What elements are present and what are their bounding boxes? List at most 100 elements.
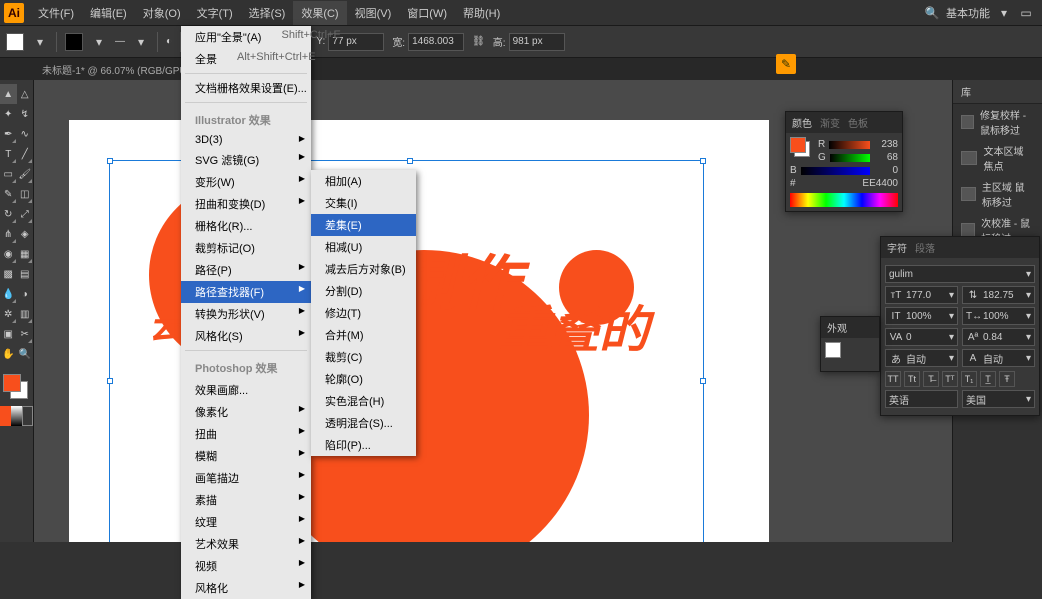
- free-transform-tool-icon[interactable]: ◈: [17, 224, 34, 244]
- menu-item[interactable]: SVG 滤镜(G): [181, 149, 311, 171]
- hand-tool-icon[interactable]: ✋: [0, 344, 17, 364]
- menu-item[interactable]: 模糊: [181, 445, 311, 467]
- selection-tool-icon[interactable]: ▲: [0, 84, 17, 104]
- menu-item[interactable]: 差集(E): [311, 214, 416, 236]
- shape-builder-tool-icon[interactable]: ◉: [0, 244, 17, 264]
- blend-tool-icon[interactable]: ◑: [17, 284, 34, 304]
- edit-toolbar-icon[interactable]: ✎: [776, 54, 796, 74]
- graph-tool-icon[interactable]: ▥: [17, 304, 34, 324]
- zoom-tool-icon[interactable]: 🔍: [17, 344, 34, 364]
- menu-item[interactable]: 效果画廊...: [181, 379, 311, 401]
- chevron-down-icon[interactable]: ▾: [91, 34, 107, 50]
- tt-icon[interactable]: Tt: [904, 371, 920, 387]
- r-slider[interactable]: [829, 141, 870, 149]
- vscale-field[interactable]: IT100%▾: [885, 307, 958, 325]
- minimize-icon[interactable]: ▭: [1018, 5, 1034, 21]
- menu-item[interactable]: 合并(M): [311, 324, 416, 346]
- menu-item[interactable]: 透明混合(S)...: [311, 412, 416, 434]
- panel-tab[interactable]: 渐变: [820, 115, 840, 130]
- artboard-tool-icon[interactable]: ▣: [0, 324, 17, 344]
- language-field[interactable]: 美国▾: [962, 390, 1035, 408]
- symbol-sprayer-tool-icon[interactable]: ✲: [0, 304, 17, 324]
- menu-0[interactable]: 文件(F): [30, 1, 82, 25]
- resize-handle[interactable]: [107, 378, 113, 384]
- panel-tab[interactable]: 色板: [848, 115, 868, 130]
- menu-8[interactable]: 帮助(H): [455, 1, 508, 25]
- resize-handle[interactable]: [700, 158, 706, 164]
- artboard[interactable]: 云 制作 重叠的: [69, 120, 769, 542]
- menu-item[interactable]: 视频: [181, 555, 311, 577]
- menu-item[interactable]: 扭曲和变换(D): [181, 193, 311, 215]
- menu-5[interactable]: 效果(C): [293, 1, 346, 25]
- leading-field[interactable]: ⇅182.75▾: [962, 286, 1035, 304]
- gradient-mode-icon[interactable]: [11, 406, 22, 426]
- scale-tool-icon[interactable]: ⤢: [17, 204, 34, 224]
- menu-item[interactable]: 画笔描边: [181, 467, 311, 489]
- paintbrush-tool-icon[interactable]: 🖌: [17, 164, 34, 184]
- list-item[interactable]: 主区域 鼠标移过: [953, 176, 1042, 212]
- g-slider[interactable]: [830, 154, 870, 162]
- menu-item[interactable]: 文档栅格效果设置(E)...: [181, 77, 311, 99]
- menu-item[interactable]: 转换为形状(V): [181, 303, 311, 325]
- hscale-field[interactable]: T↔100%▾: [962, 307, 1035, 325]
- menu-3[interactable]: 文字(T): [189, 1, 241, 25]
- rectangle-tool-icon[interactable]: ▭: [0, 164, 17, 184]
- menu-item[interactable]: 裁剪(C): [311, 346, 416, 368]
- menu-item[interactable]: 素描: [181, 489, 311, 511]
- panel-tab[interactable]: 外观: [827, 320, 847, 335]
- menu-item[interactable]: 风格化(S): [181, 325, 311, 347]
- list-item[interactable]: 修复校样 - 鼠标移过: [953, 104, 1042, 140]
- font-family-field[interactable]: gulim▾: [885, 265, 1035, 283]
- menu-item[interactable]: 实色混合(H): [311, 390, 416, 412]
- menu-1[interactable]: 编辑(E): [82, 1, 135, 25]
- language-field[interactable]: 英语: [885, 390, 958, 408]
- opacity-icon[interactable]: ◐: [166, 36, 172, 47]
- perspective-tool-icon[interactable]: ▦: [17, 244, 34, 264]
- resize-handle[interactable]: [700, 378, 706, 384]
- stroke-swatch[interactable]: [65, 33, 83, 51]
- kern-auto-field[interactable]: A自动▾: [962, 349, 1035, 367]
- g-value[interactable]: 68: [874, 152, 898, 163]
- baseline-field[interactable]: Aª0.84▾: [962, 328, 1035, 346]
- menu-2[interactable]: 对象(O): [135, 1, 189, 25]
- mesh-tool-icon[interactable]: ▩: [0, 264, 17, 284]
- menu-item[interactable]: 相减(U): [311, 236, 416, 258]
- h-input[interactable]: [509, 33, 565, 51]
- kerning-field[interactable]: VA0▾: [885, 328, 958, 346]
- menu-item[interactable]: 全景Alt+Shift+Ctrl+E: [181, 48, 311, 70]
- menu-item[interactable]: 交集(I): [311, 192, 416, 214]
- gradient-tool-icon[interactable]: ▤: [17, 264, 34, 284]
- panel-tab[interactable]: 颜色: [792, 115, 812, 130]
- tt-icon[interactable]: T₁: [961, 371, 977, 387]
- r-value[interactable]: 238: [874, 139, 898, 150]
- chevron-down-icon[interactable]: ▾: [32, 34, 48, 50]
- menu-item[interactable]: 路径(P): [181, 259, 311, 281]
- menu-6[interactable]: 视图(V): [347, 1, 400, 25]
- line-tool-icon[interactable]: ╱: [17, 144, 34, 164]
- menu-item[interactable]: 相加(A): [311, 170, 416, 192]
- fill-color-swatch[interactable]: [790, 137, 806, 153]
- fill-color-swatch[interactable]: [3, 374, 21, 392]
- font-size-field[interactable]: тT177.0▾: [885, 286, 958, 304]
- w-input[interactable]: [408, 33, 464, 51]
- panel-tab[interactable]: 字符: [887, 240, 907, 255]
- pen-tool-icon[interactable]: ✒: [0, 124, 17, 144]
- eraser-tool-icon[interactable]: ◫: [17, 184, 34, 204]
- b-slider[interactable]: [801, 167, 870, 175]
- menu-item[interactable]: 纹理: [181, 511, 311, 533]
- menu-item[interactable]: 陷印(P)...: [311, 434, 416, 456]
- color-mode-icon[interactable]: [0, 406, 11, 426]
- curvature-tool-icon[interactable]: ∿: [17, 124, 34, 144]
- shaper-tool-icon[interactable]: ✎: [0, 184, 17, 204]
- strike-icon[interactable]: Ŧ: [999, 371, 1015, 387]
- appearance-swatch[interactable]: [825, 342, 841, 358]
- menu-item[interactable]: 分割(D): [311, 280, 416, 302]
- eyedropper-tool-icon[interactable]: 💧: [0, 284, 17, 304]
- menu-7[interactable]: 窗口(W): [399, 1, 455, 25]
- slice-tool-icon[interactable]: ✂: [17, 324, 34, 344]
- menu-item[interactable]: 栅格化(R)...: [181, 215, 311, 237]
- hue-spectrum[interactable]: [790, 193, 898, 207]
- link-icon[interactable]: ⛓: [472, 36, 485, 47]
- color-selector[interactable]: [0, 372, 33, 402]
- tt-icon[interactable]: TT: [885, 371, 901, 387]
